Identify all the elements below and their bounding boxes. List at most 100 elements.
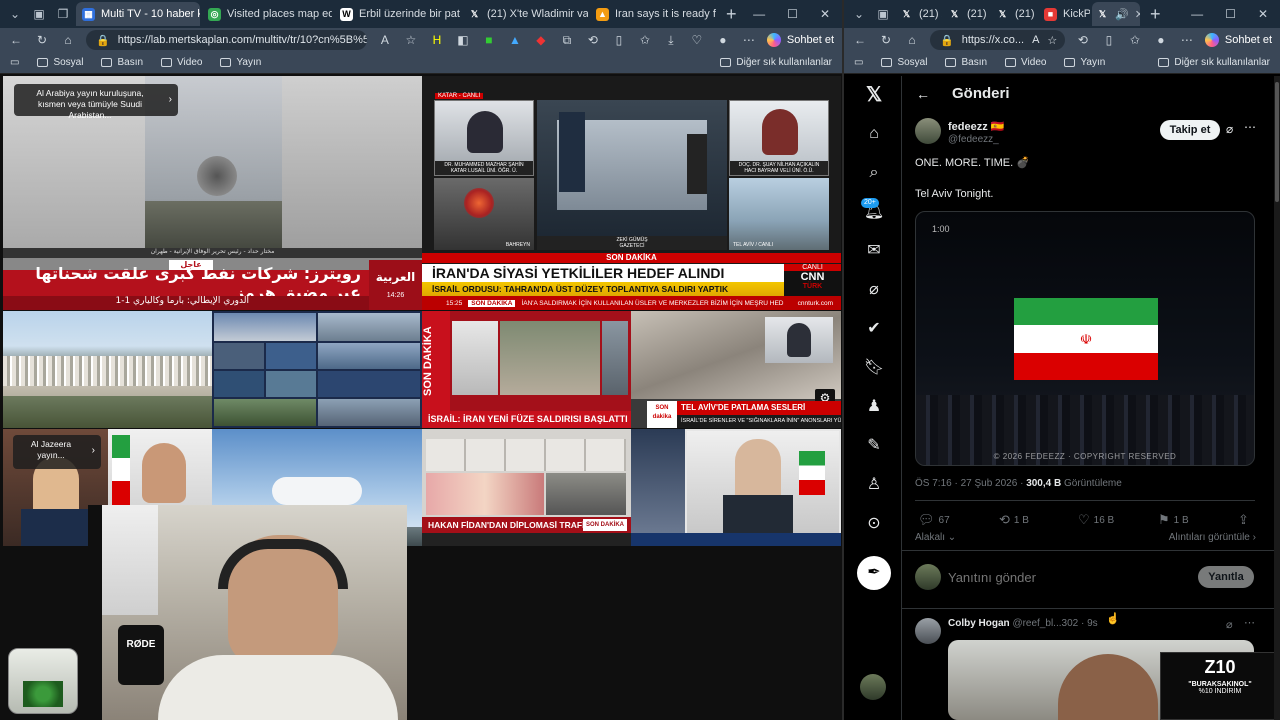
favorites-icon[interactable]: ✩	[637, 33, 653, 47]
post-video[interactable]: 1:00 ☫ © 2026 FEDEEZZ · COPYRIGHT RESERV…	[915, 211, 1255, 466]
extension-icon[interactable]: ⟲	[585, 33, 601, 47]
home-icon[interactable]: ⌂	[904, 33, 920, 47]
maximize-icon[interactable]: ☐	[787, 7, 798, 21]
grok-icon[interactable]: ⌀	[1226, 122, 1233, 136]
url-input[interactable]: 🔒 https://lab.mertskaplan.com/multitv/tr…	[86, 30, 367, 50]
chevron-right-icon[interactable]: ›	[92, 445, 95, 456]
video-tile-haberglobal[interactable]: HAKAN FİDAN'DAN DİPLOMASİ TRAFİĞİ SON DA…	[422, 429, 631, 546]
extension-icon[interactable]: ▲	[507, 33, 523, 47]
reply-button[interactable]: Yanıtla	[1198, 566, 1254, 588]
tab-x-1[interactable]: 𝕏 (21) X	[896, 2, 942, 26]
more-circle-icon[interactable]: ⊙	[863, 513, 885, 535]
x-logo-icon[interactable]: 𝕏	[863, 84, 885, 106]
tab-kick[interactable]: ■ KickPe	[1040, 2, 1090, 26]
compose-post-button[interactable]: ✒	[857, 556, 891, 590]
tab-actions-icon[interactable]: ⌄	[4, 3, 26, 25]
view-quotes-link[interactable]: Alıntıları görüntüle ›	[1169, 532, 1256, 543]
more-icon[interactable]: ⋯	[1244, 120, 1256, 134]
copilot-button[interactable]: Sohbet et	[766, 33, 834, 47]
chevron-right-icon[interactable]: ›	[169, 94, 172, 105]
favorites-icon[interactable]: ✩	[1127, 33, 1143, 47]
tab-erbil[interactable]: W Erbil üzerinde bir patlama ✕	[334, 2, 460, 26]
url-input[interactable]: 🔒 https://x.co... A ☆	[930, 30, 1065, 50]
bookmark-folder[interactable]: Basın	[101, 57, 143, 68]
author-name[interactable]: fedeezz 🇪🇸	[948, 120, 1005, 133]
tab-list-icon[interactable]: ❐	[52, 3, 74, 25]
new-tab-button[interactable]: +	[1142, 4, 1169, 25]
reply-action[interactable]: 💬︎ 67	[918, 512, 950, 528]
refresh-extension-icon[interactable]: ⟲	[1075, 33, 1091, 47]
workspaces-icon[interactable]: ▣	[28, 3, 50, 25]
grok-icon[interactable]: ⌀	[1226, 618, 1233, 631]
performance-icon[interactable]: ♡	[689, 33, 705, 47]
repost-action[interactable]: ⟲ 1 B	[999, 512, 1029, 528]
bookmarks-toggle-icon[interactable]: ▭	[854, 57, 863, 68]
extension-icon[interactable]: H	[429, 33, 445, 47]
reply-input[interactable]	[948, 566, 1178, 588]
tab-x-3[interactable]: 𝕏 (21) İsr	[992, 2, 1038, 26]
read-aloud-icon[interactable]: A	[1032, 34, 1039, 46]
author-avatar[interactable]	[915, 118, 941, 144]
info-popup-bottom[interactable]: Al Jazeera yayın... ›	[13, 435, 101, 469]
bookmark-folder[interactable]: Video	[161, 57, 202, 68]
minimize-icon[interactable]: —	[1191, 7, 1203, 21]
more-icon[interactable]: ⋯	[741, 33, 757, 47]
other-bookmarks[interactable]: Diğer sık kullanılanlar	[720, 57, 832, 68]
tab-visited-places[interactable]: ◎ Visited places map editor ✕	[202, 2, 332, 26]
bookmark-action[interactable]: ⚑ 1 B	[1158, 512, 1189, 528]
split-screen-icon[interactable]: ▯	[1101, 33, 1117, 47]
bookmarks-icon[interactable]: 🔖︎	[863, 357, 885, 379]
close-icon[interactable]: ✕	[1135, 8, 1140, 21]
tab-iran-says[interactable]: ▲ Iran says it is ready for wa ✕	[590, 2, 716, 26]
bookmark-folder[interactable]: Sosyal	[37, 57, 83, 68]
read-aloud-icon[interactable]: A	[377, 33, 393, 47]
back-icon[interactable]: ←	[8, 33, 24, 47]
bookmark-folder[interactable]: Video	[1005, 57, 1046, 68]
video-tile-alarabiya[interactable]: مختار حداد - رئيس تحرير الوفاق الإيرانية…	[3, 76, 422, 310]
split-screen-icon[interactable]: ▯	[611, 33, 627, 47]
bookmark-folder[interactable]: Yayın	[220, 57, 261, 68]
video-tile-haifa[interactable]	[3, 311, 212, 428]
reply-author-avatar[interactable]	[915, 618, 941, 644]
back-arrow-icon[interactable]: ←	[916, 86, 930, 102]
tab-x-2[interactable]: 𝕏 (21) X	[944, 2, 990, 26]
tab-x-active[interactable]: 𝕏 🔊 ✕	[1092, 2, 1140, 26]
tab-actions-icon[interactable]: ⌄	[848, 3, 870, 25]
scrollbar-thumb[interactable]	[1275, 82, 1279, 202]
favorite-star-icon[interactable]: ☆	[1047, 34, 1057, 47]
scrollbar[interactable]	[1274, 76, 1280, 720]
video-tile-ahaber[interactable]: SON DAKİKA İSRAİL: İRAN YENİ FÜZE SALDIR…	[422, 311, 631, 428]
related-dropdown[interactable]: Alakalı ⌄	[915, 532, 956, 543]
search-icon[interactable]: ⌕	[863, 162, 885, 184]
verified-icon[interactable]: ✔	[863, 318, 885, 340]
maximize-icon[interactable]: ☐	[1225, 7, 1236, 21]
video-tile-cnnturk[interactable]: KATAR - CANLI DR. MUHAMMED MAZHAR ŞAHİN K…	[422, 76, 841, 310]
video-tile-iran-intl[interactable]	[631, 429, 841, 546]
close-window-icon[interactable]: ✕	[820, 7, 830, 21]
share-action[interactable]: ⇪	[1238, 512, 1249, 528]
extension-icon[interactable]: ⧉	[559, 33, 575, 48]
workspaces-icon[interactable]: ▣	[872, 3, 894, 25]
other-bookmarks[interactable]: Diğer sık kullanılanlar	[1158, 57, 1270, 68]
video-tile-multicam[interactable]	[212, 311, 422, 428]
jobs-icon[interactable]: ♟	[863, 396, 885, 418]
profile-icon[interactable]: ♙	[863, 474, 885, 496]
follow-button[interactable]: Takip et	[1160, 120, 1220, 140]
bookmarks-toggle-icon[interactable]: ▭	[10, 57, 19, 68]
downloads-icon[interactable]: ⤓	[663, 33, 679, 48]
account-avatar[interactable]	[860, 674, 886, 700]
like-action[interactable]: ♡ 16 B	[1078, 512, 1114, 528]
more-icon[interactable]: ⋯	[1179, 33, 1195, 47]
bookmark-folder[interactable]: Basın	[945, 57, 987, 68]
close-window-icon[interactable]: ✕	[1258, 7, 1268, 21]
more-icon[interactable]: ⋯	[1244, 616, 1255, 629]
favorite-star-icon[interactable]: ☆	[403, 33, 419, 47]
info-popup-top[interactable]: Al Arabiya yayın kuruluşuna, kısmen veya…	[14, 84, 178, 120]
speaker-icon[interactable]: 🔊	[1115, 8, 1129, 21]
new-tab-button[interactable]: +	[718, 4, 745, 25]
video-tile-trt[interactable]: ⚙ SON dakika TEL AVİV'DE PATLAMA SESLERİ…	[631, 311, 841, 428]
refresh-icon[interactable]: ↻	[34, 33, 50, 47]
extension-icon[interactable]: ◆	[533, 33, 549, 47]
tab-multi-tv[interactable]: ▦ Multi TV - 10 haber k ✕	[76, 2, 200, 26]
bookmark-folder[interactable]: Sosyal	[881, 57, 927, 68]
